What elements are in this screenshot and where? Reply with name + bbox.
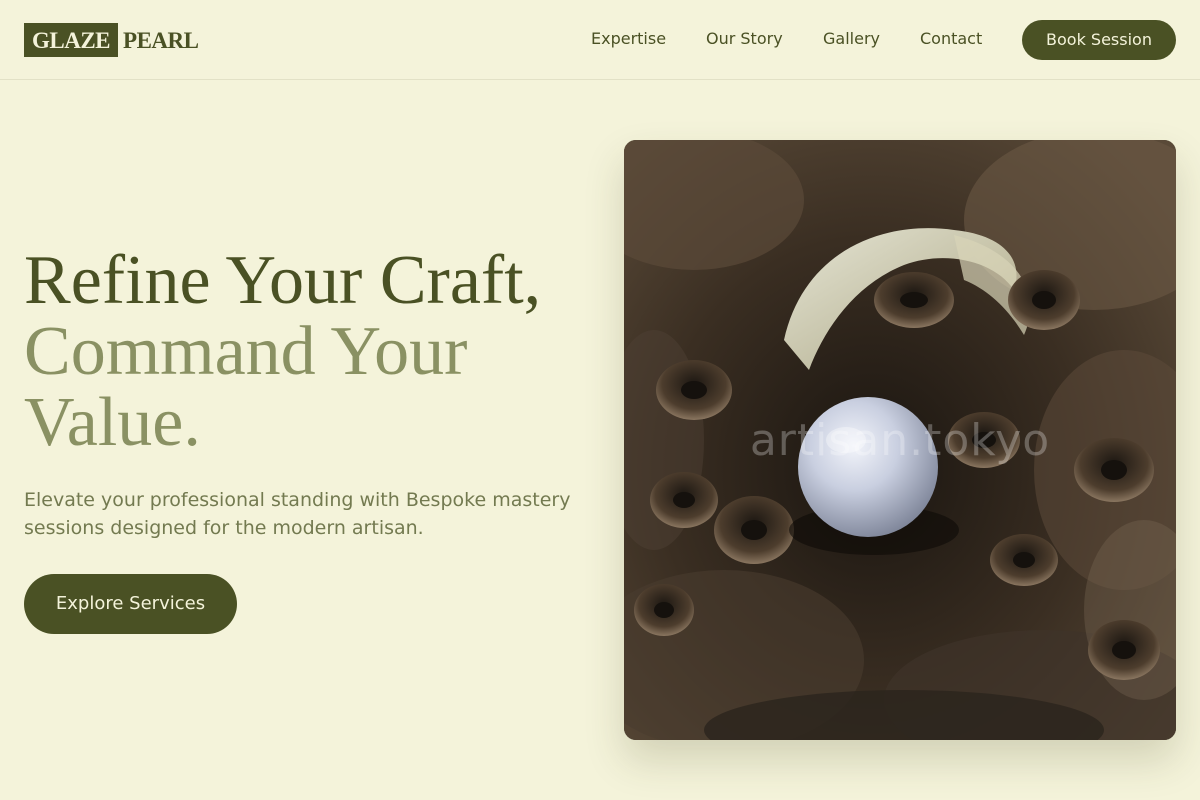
headline-line-1: Refine Your Craft, xyxy=(24,242,542,319)
nav-link-expertise[interactable]: Expertise xyxy=(591,29,666,49)
explore-services-button[interactable]: Explore Services xyxy=(24,574,237,634)
logo-text: PEARL xyxy=(123,27,199,53)
nav-link-our-story[interactable]: Our Story xyxy=(706,29,783,49)
hero-headline: Refine Your Craft, Command Your Value. xyxy=(24,245,604,458)
pearl-oyster-illustration xyxy=(624,140,1176,740)
brand-logo[interactable]: GLAZE PEARL xyxy=(24,23,199,57)
hero-subtitle: Elevate your professional standing with … xyxy=(24,489,571,539)
nav-link-gallery[interactable]: Gallery xyxy=(823,29,880,49)
book-session-button[interactable]: Book Session xyxy=(1022,20,1176,60)
logo-box-text: GLAZE xyxy=(24,23,119,57)
nav-link-contact[interactable]: Contact xyxy=(920,29,982,49)
headline-line-2: Command Your Value. xyxy=(24,313,468,461)
site-header: GLAZE PEARL Expertise Our Story Gallery … xyxy=(0,0,1200,80)
hero-image: artisan.tokyo xyxy=(624,140,1176,740)
